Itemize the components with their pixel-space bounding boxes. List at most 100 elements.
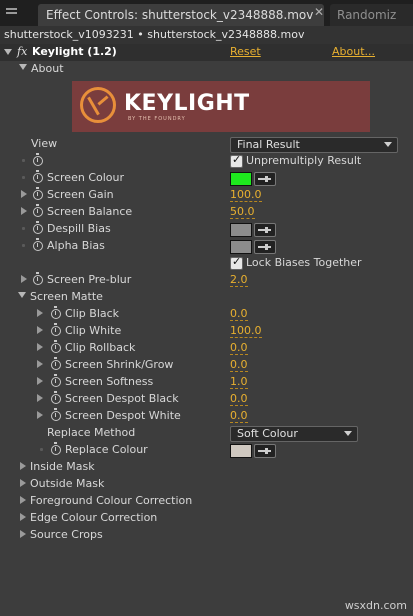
expand-icon[interactable]	[37, 377, 43, 385]
screen-despot-white-row: Screen Despot White 0.0	[0, 408, 413, 425]
stopwatch-icon[interactable]	[51, 442, 61, 455]
stopwatch-icon[interactable]	[51, 408, 61, 421]
eyedropper-icon[interactable]	[254, 240, 276, 254]
collapse-icon[interactable]	[18, 292, 26, 298]
view-row: View Final Result	[0, 136, 413, 153]
eyedropper-icon[interactable]	[254, 172, 276, 186]
group-inside-mask[interactable]: Inside Mask	[0, 459, 413, 476]
expand-icon[interactable]	[37, 309, 43, 317]
panel-menu-icon[interactable]	[6, 8, 17, 17]
tab-randomize[interactable]: Randomiz	[330, 4, 413, 26]
expand-icon[interactable]	[20, 530, 26, 538]
view-dropdown[interactable]: Final Result	[230, 137, 398, 153]
group-label: Edge Colour Correction	[30, 511, 158, 524]
group-foreground-colour-correction[interactable]: Foreground Colour Correction	[0, 493, 413, 510]
clip-black-label: Clip Black	[65, 307, 120, 320]
screen-despot-black-row: Screen Despot Black 0.0	[0, 391, 413, 408]
clip-rollback-value[interactable]: 0.0	[230, 341, 248, 355]
replace-method-value: Soft Colour	[237, 427, 298, 440]
collapse-icon[interactable]	[4, 49, 12, 55]
screen-balance-value[interactable]: 50.0	[230, 205, 255, 219]
screen-despot-white-value[interactable]: 0.0	[230, 409, 248, 423]
unpremultiply-checkbox[interactable]	[230, 153, 243, 168]
keylight-logo-text: KEYLIGHT	[124, 91, 250, 116]
stopwatch-icon[interactable]	[51, 340, 61, 353]
tab-effect-controls[interactable]: Effect Controls: shutterstock_v2348888.m…	[38, 4, 324, 26]
stopwatch-icon[interactable]	[33, 272, 43, 285]
clip-white-row: Clip White 100.0	[0, 323, 413, 340]
group-label: Outside Mask	[30, 477, 105, 490]
alpha-bias-swatch[interactable]	[230, 240, 252, 254]
fx-toggle-icon[interactable]: fx	[17, 45, 27, 58]
eyedropper-icon[interactable]	[254, 444, 276, 458]
replace-colour-swatch[interactable]	[230, 444, 252, 458]
screen-shrink-grow-value[interactable]: 0.0	[230, 358, 248, 372]
expand-icon[interactable]	[37, 394, 43, 402]
group-edge-colour-correction[interactable]: Edge Colour Correction	[0, 510, 413, 527]
group-outside-mask[interactable]: Outside Mask	[0, 476, 413, 493]
group-label: Foreground Colour Correction	[30, 494, 193, 507]
stopwatch-icon[interactable]	[33, 170, 43, 183]
about-row[interactable]: About	[0, 61, 413, 78]
alpha-bias-label: Alpha Bias	[47, 239, 105, 252]
screen-shrink-grow-label: Screen Shrink/Grow	[65, 358, 174, 371]
lock-biases-checkbox[interactable]	[230, 255, 243, 270]
replace-method-dropdown[interactable]: Soft Colour	[230, 426, 358, 442]
stopwatch-icon[interactable]	[33, 204, 43, 217]
screen-gain-label: Screen Gain	[47, 188, 114, 201]
despill-bias-row: Despill Bias	[0, 221, 413, 238]
stopwatch-icon[interactable]	[51, 391, 61, 404]
despill-bias-swatch[interactable]	[230, 223, 252, 237]
stopwatch-icon[interactable]	[33, 153, 43, 166]
clip-white-value[interactable]: 100.0	[230, 324, 262, 338]
screen-colour-row: Screen Colour	[0, 170, 413, 187]
expand-icon[interactable]	[21, 190, 27, 198]
expand-icon[interactable]	[21, 207, 27, 215]
keylight-logo-icon	[80, 87, 116, 123]
expand-icon[interactable]	[20, 513, 26, 521]
breadcrumb: shutterstock_v1093231 • shutterstock_v23…	[0, 26, 413, 44]
expand-icon[interactable]	[37, 411, 43, 419]
view-label: View	[31, 137, 58, 150]
expand-icon[interactable]	[21, 275, 27, 283]
screen-despot-white-label: Screen Despot White	[65, 409, 181, 422]
row-dot	[22, 227, 25, 230]
close-icon[interactable]: ✕	[314, 5, 324, 19]
screen-despot-black-value[interactable]: 0.0	[230, 392, 248, 406]
unpremultiply-row: Unpremultiply Result	[0, 153, 413, 170]
expand-icon[interactable]	[37, 326, 43, 334]
screen-preblur-value[interactable]: 2.0	[230, 273, 248, 287]
expand-icon[interactable]	[20, 462, 26, 470]
stopwatch-icon[interactable]	[51, 374, 61, 387]
expand-icon[interactable]	[20, 479, 26, 487]
screen-matte-group[interactable]: Screen Matte	[0, 289, 413, 306]
eyedropper-icon[interactable]	[254, 223, 276, 237]
watermark: wsxdn.com	[344, 599, 407, 612]
expand-icon[interactable]	[37, 360, 43, 368]
stopwatch-icon[interactable]	[33, 221, 43, 234]
screen-softness-value[interactable]: 1.0	[230, 375, 248, 389]
screen-gain-row: Screen Gain 100.0	[0, 187, 413, 204]
despill-bias-label: Despill Bias	[47, 222, 111, 235]
stopwatch-icon[interactable]	[51, 357, 61, 370]
group-label: Source Crops	[30, 528, 103, 541]
screen-gain-value[interactable]: 100.0	[230, 188, 262, 202]
replace-colour-row: Replace Colour	[0, 442, 413, 459]
group-source-crops[interactable]: Source Crops	[0, 527, 413, 544]
stopwatch-icon[interactable]	[33, 238, 43, 251]
tab-effect-controls-label: Effect Controls: shutterstock_v2348888.m…	[46, 8, 314, 22]
keylight-logo: KEYLIGHT BY THE FOUNDRY	[72, 81, 370, 132]
stopwatch-icon[interactable]	[51, 306, 61, 319]
expand-icon[interactable]	[37, 343, 43, 351]
row-dot	[22, 159, 25, 162]
stopwatch-icon[interactable]	[51, 323, 61, 336]
stopwatch-icon[interactable]	[33, 187, 43, 200]
reset-button[interactable]: Reset	[230, 45, 261, 58]
replace-method-row: Replace Method Soft Colour	[0, 425, 413, 442]
about-link[interactable]: About...	[332, 45, 375, 58]
expand-icon[interactable]	[20, 496, 26, 504]
clip-black-value[interactable]: 0.0	[230, 307, 248, 321]
replace-colour-label: Replace Colour	[65, 443, 148, 456]
expand-icon[interactable]	[19, 64, 27, 70]
screen-colour-swatch[interactable]	[230, 172, 252, 186]
